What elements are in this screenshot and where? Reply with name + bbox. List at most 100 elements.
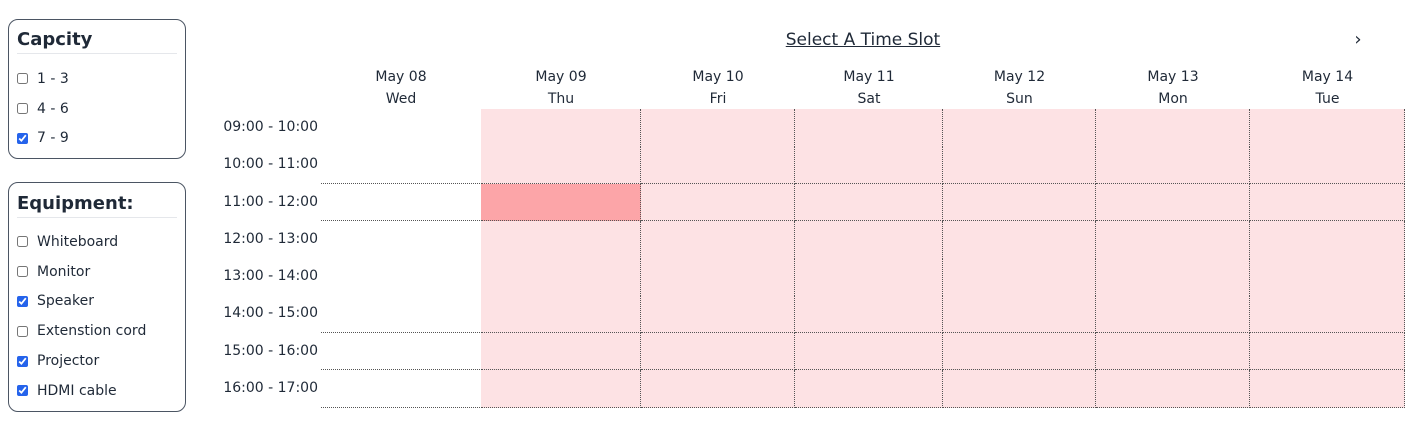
equipment-checkbox[interactable] [17, 266, 28, 278]
time-slot-cell-unavailable[interactable] [481, 146, 641, 184]
day-weekday: Mon [1158, 91, 1188, 107]
time-slot-cell-available[interactable] [321, 183, 482, 222]
equipment-option-label: Extenstion cord [37, 323, 147, 340]
capacity-option-label: 4 - 6 [37, 100, 69, 117]
time-slot-cell-unavailable[interactable] [481, 369, 641, 408]
time-slot-cell-unavailable[interactable] [641, 146, 795, 184]
time-slot-cell-unavailable[interactable] [795, 220, 943, 259]
time-slot-cell-unavailable[interactable] [641, 369, 795, 408]
time-slot-cell-unavailable[interactable] [943, 109, 1096, 147]
capacity-options: 1 - 3 4 - 6 7 - 9 [17, 64, 181, 153]
time-slot-cell-unavailable[interactable] [1250, 220, 1405, 259]
time-slot-cell-unavailable[interactable] [795, 332, 943, 371]
time-slot-cell-unavailable[interactable] [1250, 109, 1405, 147]
time-slot-label: 16:00 - 17:00 [223, 379, 318, 396]
equipment-option[interactable]: Speaker [17, 287, 181, 317]
time-slot-label: 13:00 - 14:00 [223, 268, 318, 284]
day-header: May 08 Wed [321, 66, 481, 110]
time-slot-cell-unavailable[interactable] [795, 183, 943, 222]
day-date: May 09 [535, 69, 587, 85]
time-slot-cell-unavailable[interactable] [1250, 369, 1405, 408]
time-slot-cell-unavailable[interactable] [795, 109, 943, 147]
time-slot-cell-available[interactable] [321, 146, 482, 184]
time-slot-cell-unavailable[interactable] [1250, 258, 1405, 296]
capacity-option[interactable]: 1 - 3 [17, 64, 181, 94]
time-slot-cell-unavailable[interactable] [943, 183, 1096, 222]
time-slot-cell-available[interactable] [321, 220, 482, 259]
capacity-filter-panel: Capcity 1 - 3 4 - 6 7 - 9 [8, 19, 186, 159]
time-slot-cell-unavailable[interactable] [1096, 146, 1250, 184]
time-slot-cell-available[interactable] [321, 295, 482, 333]
time-slot-cell-unavailable[interactable] [641, 258, 795, 296]
time-slot-label: 14:00 - 15:00 [223, 305, 318, 322]
time-slot-cell-unavailable[interactable] [1096, 109, 1250, 147]
day-date: May 12 [993, 69, 1046, 85]
time-slot-cell-unavailable[interactable] [1250, 146, 1405, 184]
time-slot-cell-unavailable[interactable] [1096, 295, 1250, 333]
time-slot-cell-unavailable[interactable] [943, 295, 1096, 333]
day-date: May 14 [1301, 69, 1354, 85]
capacity-option[interactable]: 7 - 9 [17, 124, 181, 154]
time-slot-cell-unavailable[interactable] [795, 146, 943, 184]
equipment-option[interactable]: Extenstion cord [17, 316, 181, 346]
time-slot-cell-unavailable[interactable] [481, 220, 641, 259]
equipment-option[interactable]: Whiteboard [17, 227, 181, 257]
equipment-option-label: Speaker [37, 293, 94, 310]
equipment-option[interactable]: Monitor [17, 257, 181, 287]
day-weekday: Tue [1315, 91, 1340, 107]
time-slot-cell-unavailable[interactable] [481, 109, 641, 147]
capacity-option-label: 7 - 9 [37, 130, 69, 147]
equipment-option[interactable]: Projector [17, 346, 181, 376]
equipment-checkbox[interactable] [17, 236, 28, 248]
time-slot-cell-available[interactable] [321, 258, 482, 296]
time-slot-cell-unavailable[interactable] [481, 258, 641, 296]
next-week-button[interactable]: › [1347, 29, 1369, 51]
time-slot-cell-unavailable[interactable] [641, 183, 795, 222]
time-slot-cell-unavailable[interactable] [1250, 295, 1405, 333]
time-slot-cell-unavailable[interactable] [795, 258, 943, 296]
time-slot-cell-unavailable[interactable] [943, 258, 1096, 296]
time-slot-cell-unavailable[interactable] [795, 295, 943, 333]
time-slot-cell-unavailable[interactable] [641, 332, 795, 371]
time-slot-cell-unavailable[interactable] [943, 369, 1096, 408]
time-slot-cell-unavailable[interactable] [481, 332, 641, 371]
equipment-options: Whiteboard Monitor Speaker Extenstion cord P… [17, 227, 181, 406]
time-slot-cell-available[interactable] [321, 369, 482, 408]
capacity-option[interactable]: 4 - 6 [17, 94, 181, 124]
time-slot-cell-unavailable[interactable] [641, 109, 795, 147]
time-slot-cell-unavailable[interactable] [641, 220, 795, 259]
time-slot-cell-unavailable[interactable] [943, 332, 1096, 371]
capacity-checkbox[interactable] [17, 132, 28, 144]
time-slot-cell-available[interactable] [321, 332, 482, 371]
time-slot-cell-unavailable[interactable] [795, 369, 943, 408]
time-slot-cell-unavailable[interactable] [641, 295, 795, 333]
day-date: May 08 [375, 69, 427, 85]
day-weekday: Sun [1006, 91, 1033, 107]
time-slot-cell-unavailable[interactable] [1096, 183, 1250, 222]
equipment-checkbox[interactable] [17, 295, 28, 307]
time-slot-cell-unavailable[interactable] [1096, 332, 1250, 371]
time-slot-cell-unavailable[interactable] [1096, 220, 1250, 259]
time-slot-cell-unavailable[interactable] [1250, 332, 1405, 371]
chevron-right-icon: › [1354, 29, 1362, 50]
time-slot-cell-unavailable[interactable] [943, 146, 1096, 184]
equipment-option-label: Whiteboard [37, 233, 119, 250]
capacity-checkbox[interactable] [17, 73, 28, 85]
time-slot-cell-available[interactable] [321, 109, 482, 147]
day-date: May 11 [843, 69, 895, 85]
time-slot-cell-selected[interactable] [481, 183, 641, 222]
equipment-checkbox[interactable] [17, 355, 28, 367]
time-slot-cell-unavailable[interactable] [943, 220, 1096, 259]
capacity-checkbox[interactable] [17, 103, 28, 115]
time-slot-cell-unavailable[interactable] [1096, 369, 1250, 408]
time-slot-cell-unavailable[interactable] [481, 295, 641, 333]
select-time-slot-title[interactable]: Select A Time Slot [763, 30, 963, 50]
day-date: May 13 [1147, 69, 1199, 85]
equipment-option-label: Projector [37, 353, 100, 370]
time-slot-cell-unavailable[interactable] [1096, 258, 1250, 296]
equipment-checkbox[interactable] [17, 325, 28, 337]
time-slot-cell-unavailable[interactable] [1250, 183, 1405, 222]
equipment-option[interactable]: HDMI cable [17, 376, 181, 406]
equipment-checkbox[interactable] [17, 385, 28, 397]
day-header: May 12 Sun [943, 66, 1096, 110]
